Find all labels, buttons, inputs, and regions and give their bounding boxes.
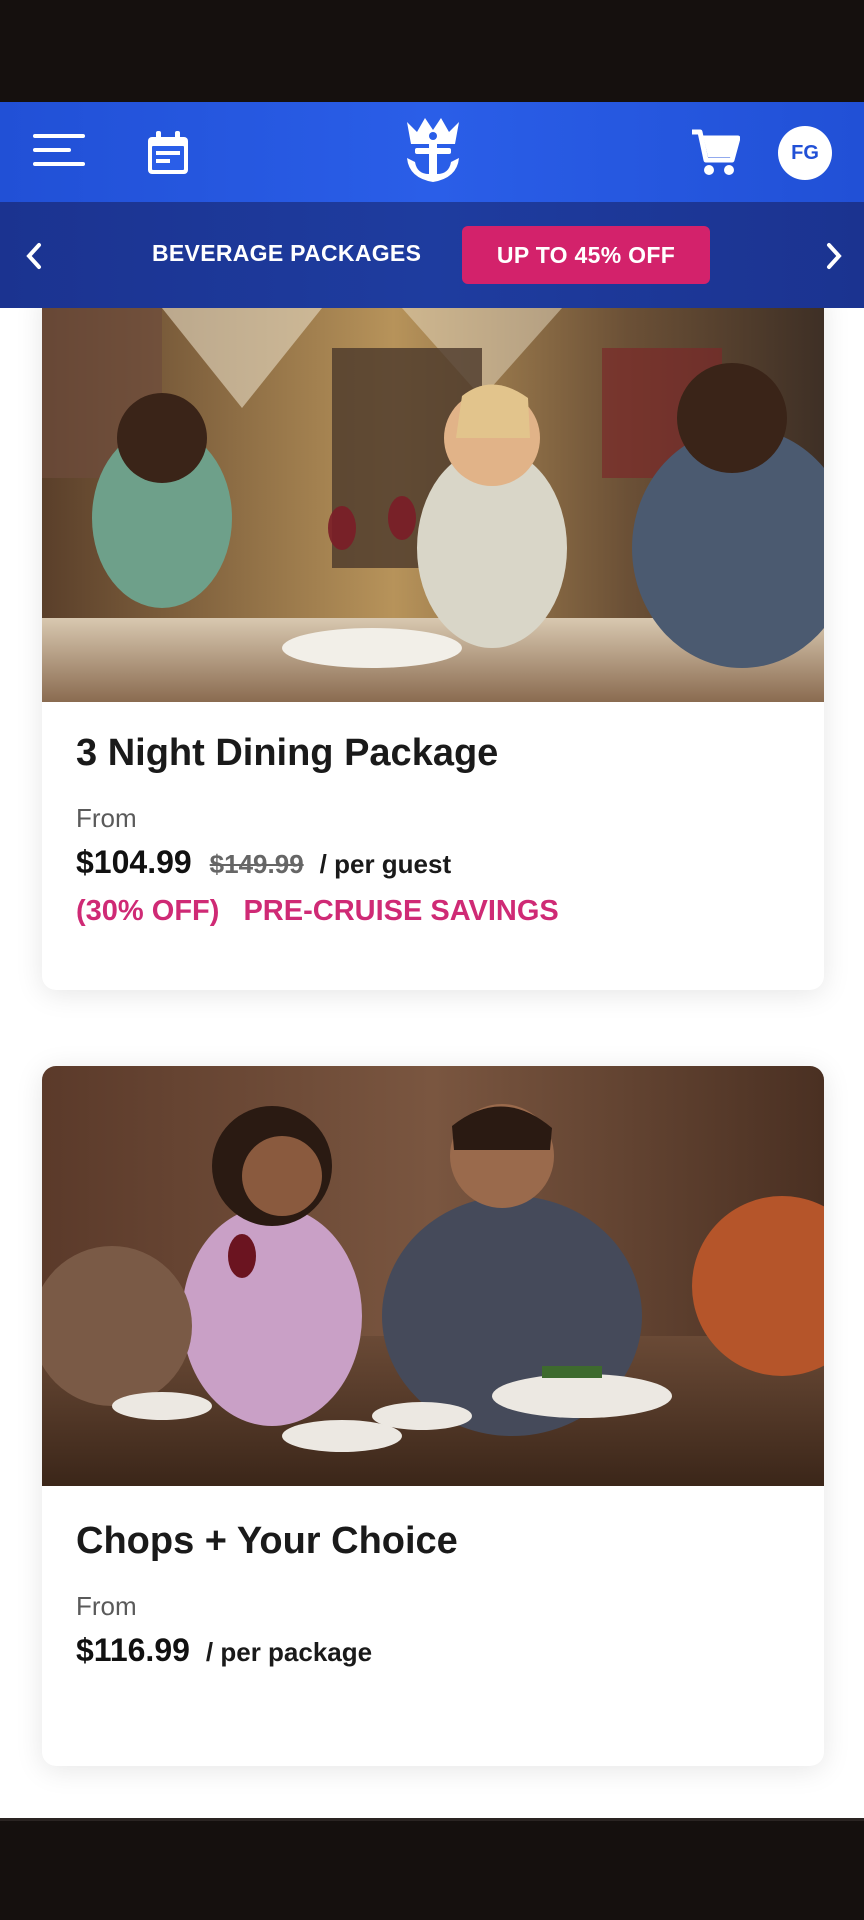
dining-photo [42,1066,824,1486]
from-label: From [76,1591,137,1621]
package-card[interactable]: 3 Night Dining Package From $104.99 $149… [42,308,824,990]
user-avatar[interactable]: FG [778,126,832,180]
hamburger-menu-icon[interactable] [33,132,85,172]
price-unit: / per package [205,1637,373,1667]
chevron-right-icon[interactable] [814,236,854,276]
status-bar [0,0,864,102]
chevron-left-icon[interactable] [14,236,54,276]
package-title: Chops + Your Choice [76,1520,458,1562]
price-row: $104.99 $149.99 / per guest [76,844,559,881]
price-unit: / per guest [319,849,452,879]
package-card[interactable]: Chops + Your Choice From $116.99 / per p… [42,1066,824,1766]
royal-caribbean-crown-anchor-logo[interactable] [401,116,465,186]
price-row: $116.99 / per package [76,1632,458,1669]
cart-icon[interactable] [690,126,740,178]
sale-price: $116.99 [76,1632,190,1668]
promo-title: BEVERAGE PACKAGES [152,240,422,266]
promo-banner: BEVERAGE PACKAGES UP TO 45% OFF [0,202,864,308]
sale-price: $104.99 [76,844,192,880]
package-title: 3 Night Dining Package [76,732,499,774]
calendar-icon[interactable] [146,130,190,176]
promo-discount-badge[interactable]: UP TO 45% OFF [462,226,710,284]
from-label: From [76,803,137,833]
discount-percent: (30% OFF) [76,895,220,927]
top-nav-bar: FG [0,102,864,202]
package-list: 3 Night Dining Package From $104.99 $149… [0,308,864,1818]
package-details: Chops + Your Choice From $116.99 / per p… [76,1520,458,1669]
original-price: $149.99 [209,849,304,879]
package-details: 3 Night Dining Package From $104.99 $149… [76,732,559,928]
savings-label: PRE-CRUISE SAVINGS [243,895,559,927]
dining-photo [42,308,824,702]
system-nav-bar [0,1818,864,1920]
savings-row: (30% OFF) PRE-CRUISE SAVINGS [76,895,559,928]
